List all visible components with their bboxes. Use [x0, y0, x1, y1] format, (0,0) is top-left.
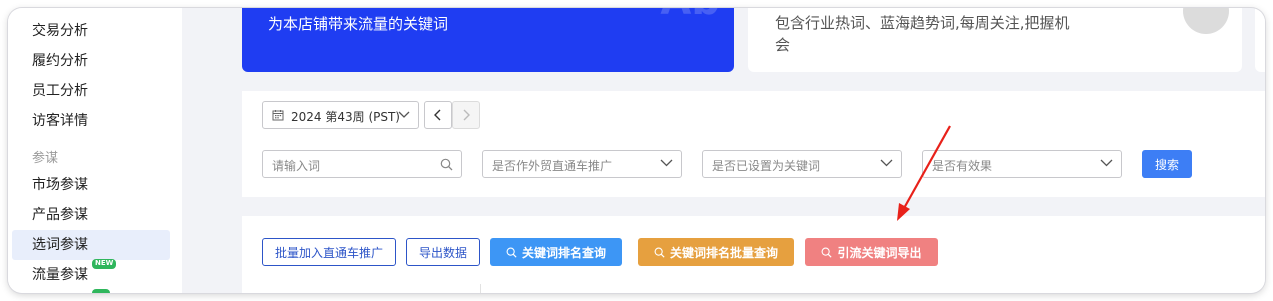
button-label: 关键词排名查询 — [521, 245, 606, 260]
chevron-right-icon — [463, 109, 470, 121]
sidebar-item-traffic-advisor[interactable]: 流量参谋 — [12, 260, 170, 290]
keyword-rank-batch-query-button[interactable]: 关键词排名批量查询 — [638, 238, 794, 266]
sidebar-group-label: 参谋 — [32, 151, 59, 166]
sidebar-item-label: 市场参谋 — [32, 177, 88, 193]
batch-add-promotion-button[interactable]: 批量加入直通车推广 — [262, 238, 396, 266]
new-badge-partial — [92, 289, 110, 293]
button-label: 引流关键词导出 — [837, 245, 922, 260]
select-value: 是否已设置为关键词 — [712, 159, 821, 173]
traffic-keyword-export-button[interactable]: 引流关键词导出 — [805, 238, 938, 266]
promo-card-text: 包含行业热词、蓝海趋势词,每周关注,把握机会 — [775, 14, 1070, 54]
illustration-icon — [1183, 8, 1229, 34]
sidebar-item-label: 产品参谋 — [32, 207, 88, 223]
chevron-down-icon — [398, 111, 410, 118]
sidebar-item-market-advisor[interactable]: 市场参谋 — [12, 170, 170, 200]
chevron-down-icon — [1100, 159, 1113, 167]
search-button[interactable]: 搜索 — [1142, 150, 1192, 178]
filter-panel: 2024 第43周 (PST) 请输入词 是否作外贸直通车推广 是否已设置为关键… — [242, 91, 1265, 197]
export-data-button[interactable]: 导出数据 — [406, 238, 480, 266]
select-value: 是否有效果 — [932, 159, 993, 173]
sidebar-item-label: 选词参谋 — [32, 237, 88, 253]
sidebar-item-fulfillment-analysis[interactable]: 履约分析 — [12, 46, 170, 76]
search-icon — [822, 247, 833, 258]
search-icon — [506, 247, 517, 258]
button-label: 导出数据 — [418, 245, 467, 260]
sidebar-item-visitor-details[interactable]: 访客详情 — [12, 106, 170, 136]
sidebar-item-keyword-advisor[interactable]: 选词参谋 — [12, 230, 170, 260]
app-window: 交易分析 履约分析 员工分析 访客详情 参谋 市场参谋 产品参谋 选词参谋 流量… — [8, 8, 1265, 293]
sidebar-item-label: 履约分析 — [32, 53, 88, 69]
watermark-icon: Ab — [660, 8, 720, 24]
button-label: 批量加入直通车推广 — [274, 245, 383, 260]
table-divider — [480, 284, 481, 293]
sidebar-item-label: 流量参谋 — [32, 267, 88, 283]
keyword-set-select[interactable]: 是否已设置为关键词 — [702, 150, 902, 178]
keyword-rank-query-button[interactable]: 关键词排名查询 — [490, 238, 622, 266]
promo-card-text: 为本店铺带来流量的关键词 — [268, 15, 449, 33]
keyword-search-input[interactable]: 请输入词 — [262, 150, 462, 178]
sidebar-item-trade-analysis[interactable]: 交易分析 — [12, 16, 170, 46]
button-label: 关键词排名批量查询 — [669, 245, 778, 260]
sidebar-item-label: 交易分析 — [32, 23, 88, 39]
week-picker[interactable]: 2024 第43周 (PST) — [262, 101, 419, 129]
sidebar-item-product-advisor[interactable]: 产品参谋 — [12, 200, 170, 230]
promo-card-partial — [1255, 8, 1265, 72]
effect-select[interactable]: 是否有效果 — [922, 150, 1122, 178]
promo-card-industry-keywords[interactable]: 包含行业热词、蓝海趋势词,每周关注,把握机会 — [748, 8, 1242, 72]
action-panel: 批量加入直通车推广 导出数据 关键词排名查询 关键词排名批量查询 引流关键词导出 — [242, 216, 1265, 293]
new-badge: NEW — [92, 259, 117, 269]
chevron-down-icon — [880, 159, 893, 167]
keyword-placeholder: 请输入词 — [272, 159, 321, 173]
next-week-button[interactable] — [452, 101, 480, 129]
promotion-status-select[interactable]: 是否作外贸直通车推广 — [482, 150, 682, 178]
promo-card-store-keywords[interactable]: 为本店铺带来流量的关键词 Ab — [242, 8, 734, 72]
sidebar-item-staff-analysis[interactable]: 员工分析 — [12, 76, 170, 106]
search-icon — [440, 158, 453, 171]
prev-week-button[interactable] — [424, 101, 452, 129]
calendar-icon — [272, 110, 284, 121]
sidebar-item-label: 员工分析 — [32, 83, 88, 99]
select-value: 是否作外贸直通车推广 — [492, 159, 613, 173]
sidebar-item-label: 访客详情 — [32, 113, 88, 129]
week-value: 2024 第43周 (PST) — [291, 110, 400, 124]
search-icon — [654, 247, 665, 258]
chevron-left-icon — [434, 109, 441, 121]
main-content: 为本店铺带来流量的关键词 Ab 包含行业热词、蓝海趋势词,每周关注,把握机会 2… — [182, 8, 1265, 293]
chevron-down-icon — [660, 159, 673, 167]
sidebar: 交易分析 履约分析 员工分析 访客详情 参谋 市场参谋 产品参谋 选词参谋 流量… — [8, 8, 182, 293]
